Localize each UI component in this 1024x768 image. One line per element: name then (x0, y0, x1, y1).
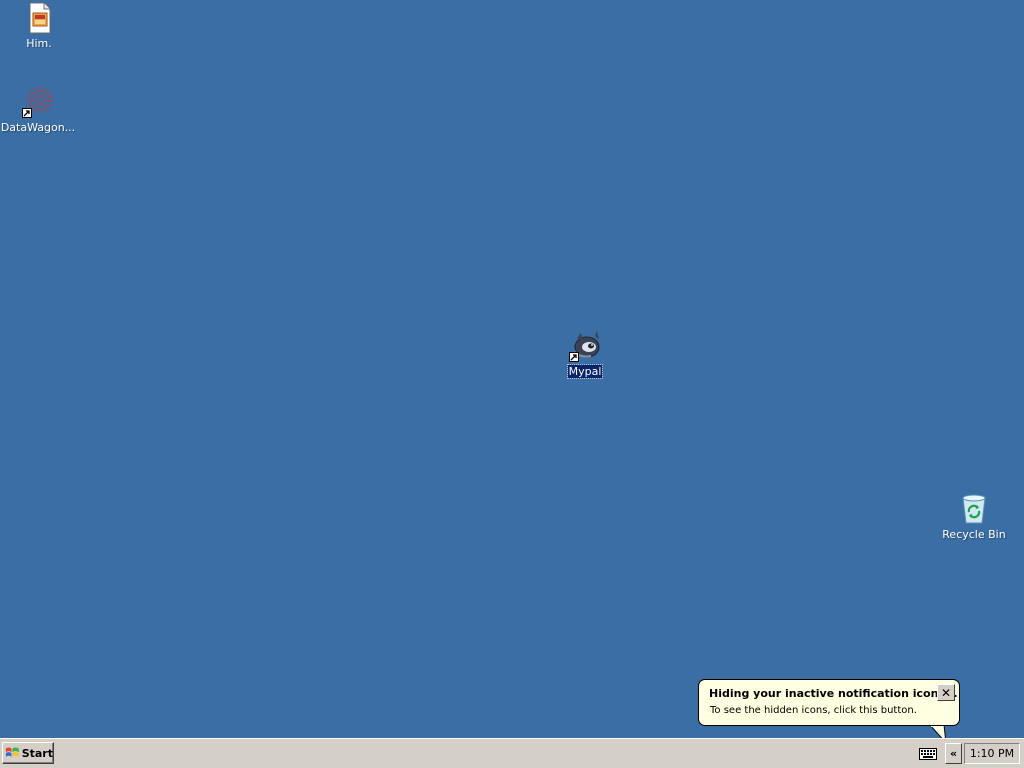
balloon-body: To see the hidden icons, click this butt… (710, 705, 917, 716)
desktop-icon-him[interactable]: Him. (1, 2, 77, 50)
shortcut-arrow-icon (569, 352, 579, 362)
desktop-icon-label: Recycle Bin (942, 528, 1006, 541)
desktop-icon-mypal[interactable]: Mypal (547, 330, 623, 379)
shortcut-arrow-icon (22, 108, 32, 118)
desktop: Him. DataWagon... Mypal Recycle Bin (0, 0, 1024, 738)
keyboard-icon[interactable] (919, 748, 937, 760)
recycle-bin-icon (958, 493, 990, 525)
taskbar: Start « 1:10 PM (0, 738, 1024, 768)
start-button[interactable]: Start (2, 742, 54, 764)
double-chevron-left-icon: « (949, 747, 958, 760)
show-hidden-icons-button[interactable]: « (945, 743, 962, 764)
start-label: Start (21, 746, 53, 760)
desktop-icon-label: Him. (26, 37, 52, 50)
desktop-icon-label: DataWagon... (0, 121, 76, 134)
system-tray: 1:10 PM (964, 743, 1020, 764)
close-icon: ✕ (940, 685, 952, 700)
desktop-icon-label: Mypal (566, 364, 604, 379)
clock[interactable]: 1:10 PM (970, 747, 1014, 760)
datawagon-icon (22, 86, 54, 118)
balloon-close-button[interactable]: ✕ (937, 684, 955, 701)
mypal-browser-icon (569, 330, 601, 362)
document-image-icon (23, 2, 55, 34)
desktop-icon-datawagon[interactable]: DataWagon... (0, 86, 76, 134)
windows-logo-icon (5, 747, 19, 757)
desktop-icon-recycle-bin[interactable]: Recycle Bin (936, 493, 1012, 541)
notification-balloon[interactable]: Hiding your inactive notification icons.… (698, 679, 960, 726)
balloon-title: Hiding your inactive notification icons.… (709, 687, 958, 700)
